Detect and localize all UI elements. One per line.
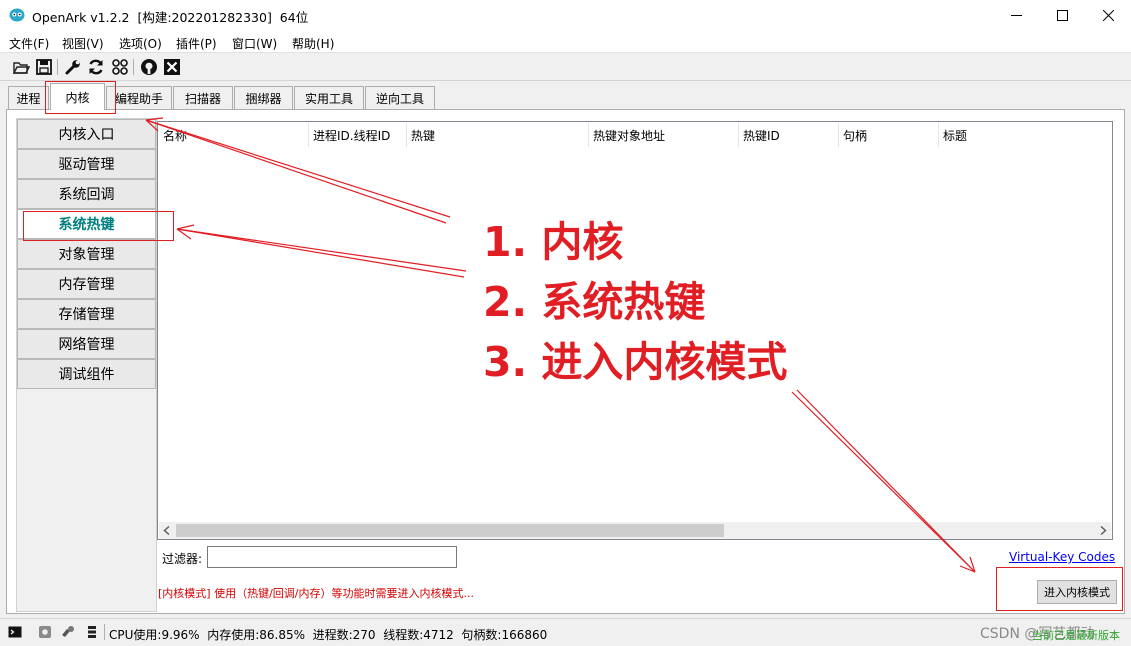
status-separator (104, 624, 105, 640)
tab-scanner[interactable]: 扫描器 (173, 86, 233, 109)
menu-plugins[interactable]: 插件(P) (176, 35, 217, 52)
close-box-icon[interactable] (163, 58, 181, 76)
column-header-hotkey[interactable]: 热键 (407, 123, 589, 147)
folder-open-icon[interactable] (12, 58, 30, 76)
virtual-key-codes-link[interactable]: Virtual-Key Codes (1009, 550, 1115, 564)
nav-storage-manager[interactable]: 存储管理 (17, 299, 156, 329)
update-status[interactable]: 当前已是最新版本 (1032, 627, 1120, 643)
github-icon[interactable] (140, 58, 158, 76)
close-icon (1102, 10, 1114, 21)
filter-input[interactable] (207, 546, 457, 568)
console-icon[interactable] (8, 625, 22, 639)
highlight-box-hotkeys (23, 211, 174, 241)
toolbar (0, 54, 1131, 81)
tab-utilities[interactable]: 实用工具 (294, 86, 364, 109)
horizontal-scrollbar[interactable] (159, 522, 1111, 539)
tab-process[interactable]: 进程 (8, 86, 49, 109)
title-bar: OpenArk v1.2.2 [构建:202201282330] 64位 (0, 0, 1131, 31)
tab-kernel[interactable]: 内核 (50, 83, 105, 110)
app-logo-icon (9, 8, 25, 22)
toolbar-separator (57, 59, 58, 75)
menu-file[interactable]: 文件(F) (9, 35, 49, 52)
menu-bar: 文件(F) 视图(V) 选项(O) 插件(P) 窗口(W) 帮助(H) (0, 31, 1131, 53)
menu-view[interactable]: 视图(V) (62, 35, 104, 52)
window-title: OpenArk v1.2.2 [构建:202201282330] 64位 (32, 10, 309, 25)
refresh-icon[interactable] (87, 58, 105, 76)
stack-icon[interactable] (85, 625, 99, 639)
minimize-icon (1010, 15, 1022, 16)
annotation-step-2: 2. 系统热键 (483, 278, 706, 326)
kernel-mode-hint: [内核模式] 使用（热键/回调/内存）等功能时需要进入内核模式... (158, 587, 474, 600)
grid-icon[interactable] (111, 58, 129, 76)
menu-help[interactable]: 帮助(H) (292, 35, 334, 52)
close-button[interactable] (1085, 0, 1131, 31)
menu-window[interactable]: 窗口(W) (232, 35, 277, 52)
scroll-left-icon[interactable] (163, 526, 171, 535)
wrench-icon[interactable] (64, 58, 82, 76)
tab-reverse-tools[interactable]: 逆向工具 (365, 86, 435, 109)
column-header-handle[interactable]: 句柄 (839, 123, 939, 147)
nav-driver-manager[interactable]: 驱动管理 (17, 149, 156, 179)
minimize-button[interactable] (993, 0, 1039, 31)
column-header-title[interactable]: 标题 (939, 123, 1112, 147)
scrollbar-thumb[interactable] (176, 524, 724, 537)
nav-memory-manager[interactable]: 内存管理 (17, 269, 156, 299)
filter-label: 过滤器: (162, 552, 203, 566)
column-header-pid-tid[interactable]: 进程ID.线程ID (309, 123, 407, 147)
maximize-icon (1056, 10, 1068, 21)
maximize-button[interactable] (1039, 0, 1085, 31)
column-header-hotkey-object[interactable]: 热键对象地址 (589, 123, 739, 147)
save-icon[interactable] (35, 58, 53, 76)
settings-icon[interactable] (38, 625, 52, 639)
annotation-step-1: 1. 内核 (483, 218, 624, 266)
nav-network-manager[interactable]: 网络管理 (17, 329, 156, 359)
status-bar: CPU使用:9.96% 内存使用:86.85% 进程数:270 线程数:4712… (0, 618, 1131, 646)
menu-options[interactable]: 选项(O) (119, 35, 162, 52)
highlight-box-enter-button (996, 567, 1123, 611)
tab-bundler[interactable]: 捆绑器 (234, 86, 293, 109)
column-header-hotkey-id[interactable]: 热键ID (739, 123, 839, 147)
nav-object-manager[interactable]: 对象管理 (17, 239, 156, 269)
nav-debug-components[interactable]: 调试组件 (17, 359, 156, 389)
scroll-right-icon[interactable] (1099, 526, 1107, 535)
column-header-name[interactable]: 名称 (159, 123, 309, 147)
tools-icon[interactable] (61, 625, 75, 639)
system-stats: CPU使用:9.96% 内存使用:86.85% 进程数:270 线程数:4712… (109, 628, 548, 642)
annotation-step-3: 3. 进入内核模式 (483, 338, 788, 386)
nav-system-callbacks[interactable]: 系统回调 (17, 179, 156, 209)
nav-kernel-entry[interactable]: 内核入口 (17, 119, 156, 149)
toolbar-separator (133, 59, 134, 75)
